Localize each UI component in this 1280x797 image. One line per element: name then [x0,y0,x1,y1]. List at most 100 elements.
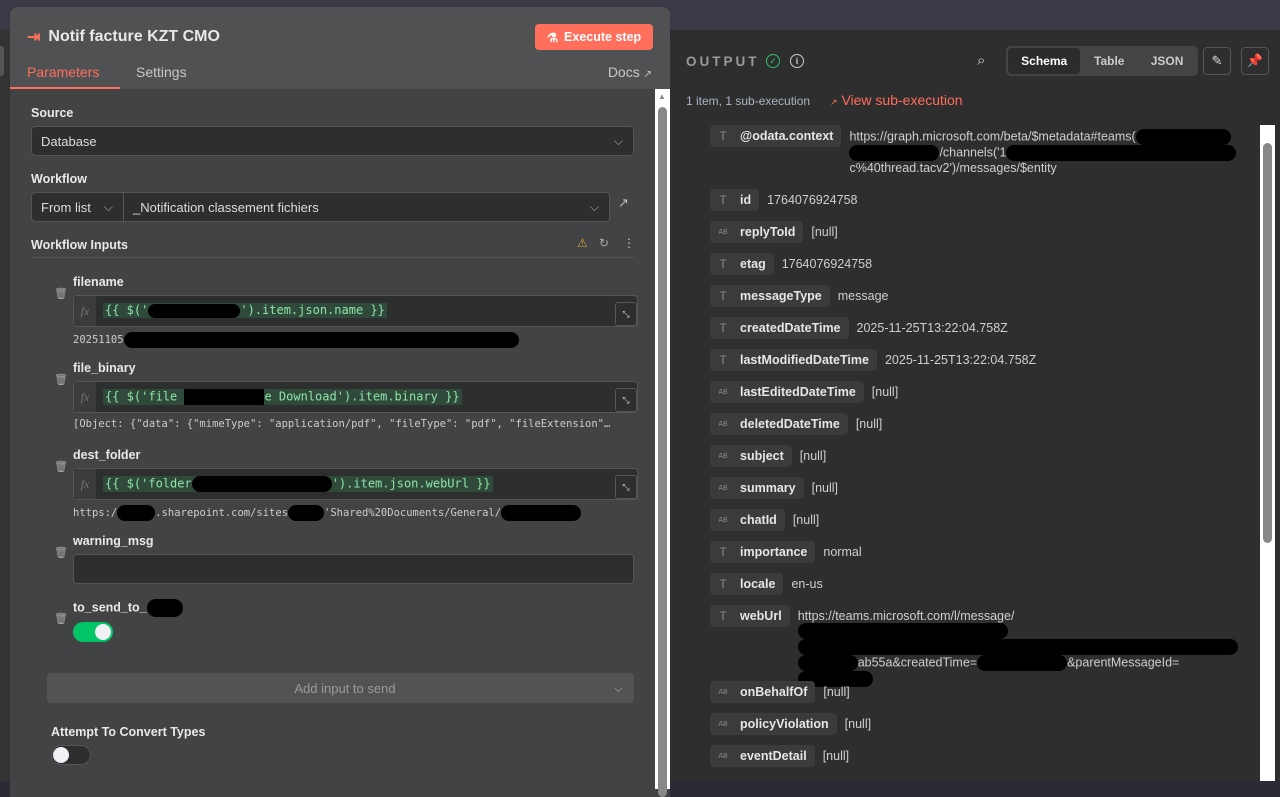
delete-icon[interactable]: 🗑 [54,287,68,300]
redaction [1135,129,1231,145]
schema-value: [null] [872,381,898,399]
scroll-thumb[interactable] [1263,143,1272,543]
fx-icon: fx [74,382,96,412]
key-name: summary [740,481,796,495]
more-options-icon[interactable]: ⋮ [623,236,635,250]
string-type-icon: T [719,577,727,591]
info-icon[interactable]: i [790,54,804,68]
refresh-icon[interactable]: ↻ [599,236,609,250]
to-send-to-toggle[interactable] [73,622,113,642]
schema-key[interactable]: AB policyViolation [710,713,837,735]
docs-link[interactable]: Docs ↗ [608,64,652,80]
redaction [797,639,1238,655]
value-text: 2025-11-25T13:22:04.758Z [884,353,1037,367]
delete-icon[interactable]: 🗑 [54,612,68,625]
view-schema[interactable]: Schema [1008,48,1081,74]
string-type-icon: T [719,129,727,143]
string-type-icon: T [719,353,727,367]
filename-expression-input[interactable]: fx {{ $(' ').item.json.name }} ⤡ [73,295,638,327]
view-switcher: Schema Table JSON [1006,46,1198,76]
schema-value: normal [823,541,861,559]
schema-value: en-us [791,573,822,591]
schema-key[interactable]: AB lastEditedDateTime [710,381,864,403]
add-input-dropdown[interactable]: Add input to send ⌵ [47,673,634,703]
field-label-warning-msg: warning_msg [73,534,154,548]
convert-types-toggle[interactable] [51,745,91,765]
scroll-thumb[interactable] [658,107,667,797]
items-count: 1 item, 1 sub-execution [686,94,811,108]
sub-execution-label: View sub-execution [841,92,963,108]
pin-icon[interactable]: 📌 [1241,47,1269,75]
schema-row: AB onBehalfOf [null] [710,681,850,703]
delete-icon[interactable]: 🗑 [54,373,68,386]
schema-row: T @odata.context https://graph.microsoft.c… [710,125,1249,175]
schema-key[interactable]: T @odata.context [710,125,842,147]
delete-icon[interactable]: 🗑 [54,460,68,473]
expr-part: {{ $('folder [105,476,192,491]
value-text: /channels('1 [939,145,1007,160]
schema-row: Tetag 1764076924758 [710,253,872,275]
schema-key[interactable]: Timportance [710,541,816,563]
schema-key[interactable]: AB replyToId [710,221,804,243]
edit-pencil-icon[interactable]: ✎ [1203,47,1231,75]
value-text: 2025-11-25T13:22:04.758Z [856,321,1008,335]
schema-row: AB lastEditedDateTime [null] [710,381,898,403]
schema-key[interactable]: Tid [710,189,760,211]
parameters-scrollbar[interactable]: ▲ [655,89,670,797]
delete-icon[interactable]: 🗑 [54,546,68,559]
schema-key[interactable]: AB onBehalfOf [710,681,816,703]
source-select[interactable]: Database ⌵ [31,126,634,156]
dest-folder-result: https:/ .sharepoint.com/sites 'Shared%20Do… [73,505,638,521]
expr-part: e Download').item.binary }} [264,389,460,404]
schema-key[interactable]: TlastModifiedDateTime [710,349,877,371]
expand-editor-icon[interactable]: ⤡ [615,475,637,499]
source-value: Database [41,133,97,149]
schema-key[interactable]: AB chatId [710,509,785,531]
value-text: [null] [855,417,883,431]
search-icon[interactable]: ⌕ [977,52,985,69]
schema-value: [null] [845,713,871,731]
value-text: https://graph.microsoft.com/beta/$metada… [849,129,1136,144]
tab-settings[interactable]: Settings [136,64,187,80]
schema-key[interactable]: TwebUrl [710,605,790,627]
schema-value: 2025-11-25T13:22:04.758Z [885,349,1036,367]
view-table[interactable]: Table [1080,48,1138,74]
schema-key[interactable]: AB summary [710,477,804,499]
key-name: id [740,193,752,207]
view-json[interactable]: JSON [1138,48,1196,74]
schema-key[interactable]: AB subject [710,445,792,467]
null-type-icon: AB [718,720,728,728]
expand-editor-icon[interactable]: ⤡ [615,302,637,326]
filename-result: 20251105 [73,332,638,348]
scroll-up-icon[interactable]: ▲ [658,92,666,101]
node-title-text[interactable]: Notif facture KZT CMO [48,28,220,46]
workflow-select[interactable]: _Notification classement fichiers ⌵ [123,192,610,222]
warning-icon[interactable]: ⚠ [577,236,588,250]
null-type-icon: AB [718,516,728,524]
workflow-mode-select[interactable]: From list ⌵ [31,192,124,222]
schema-key[interactable]: Tetag [710,253,774,275]
expand-editor-icon[interactable]: ⤡ [615,388,637,412]
field-label-file-binary: file_binary [73,361,136,375]
key-name: etag [740,257,766,271]
redaction [288,505,325,521]
output-scrollbar[interactable] [1260,125,1275,781]
schema-key[interactable]: AB deletedDateTime [710,413,848,435]
schema-key[interactable]: TcreatedDateTime [710,317,849,339]
schema-key[interactable]: TmessageType [710,285,830,307]
schema-row: Tid 1764076924758 [710,189,857,211]
schema-key[interactable]: Tlocale [710,573,784,595]
null-type-icon: AB [718,484,728,492]
dest-folder-expression-input[interactable]: fx {{ $('folder ').item.json.webUrl }} ⤡ [73,468,638,500]
warning-msg-input[interactable] [73,554,634,584]
tabs: Parameters Settings Docs ↗ [10,62,670,89]
open-workflow-icon[interactable]: ↗ [618,195,629,211]
schema-key[interactable]: AB eventDetail [710,745,815,767]
key-name: lastModifiedDateTime [740,353,869,367]
key-name: locale [740,577,776,591]
view-sub-execution-link[interactable]: ↗ View sub-execution [830,92,963,108]
execute-step-button[interactable]: ⚗ Execute step [535,24,653,50]
tab-parameters[interactable]: Parameters [27,64,99,80]
chevron-down-icon: ⌵ [613,681,623,695]
file-binary-expression-input[interactable]: fx {{ $('file e Download').item.binary }}… [73,381,638,413]
